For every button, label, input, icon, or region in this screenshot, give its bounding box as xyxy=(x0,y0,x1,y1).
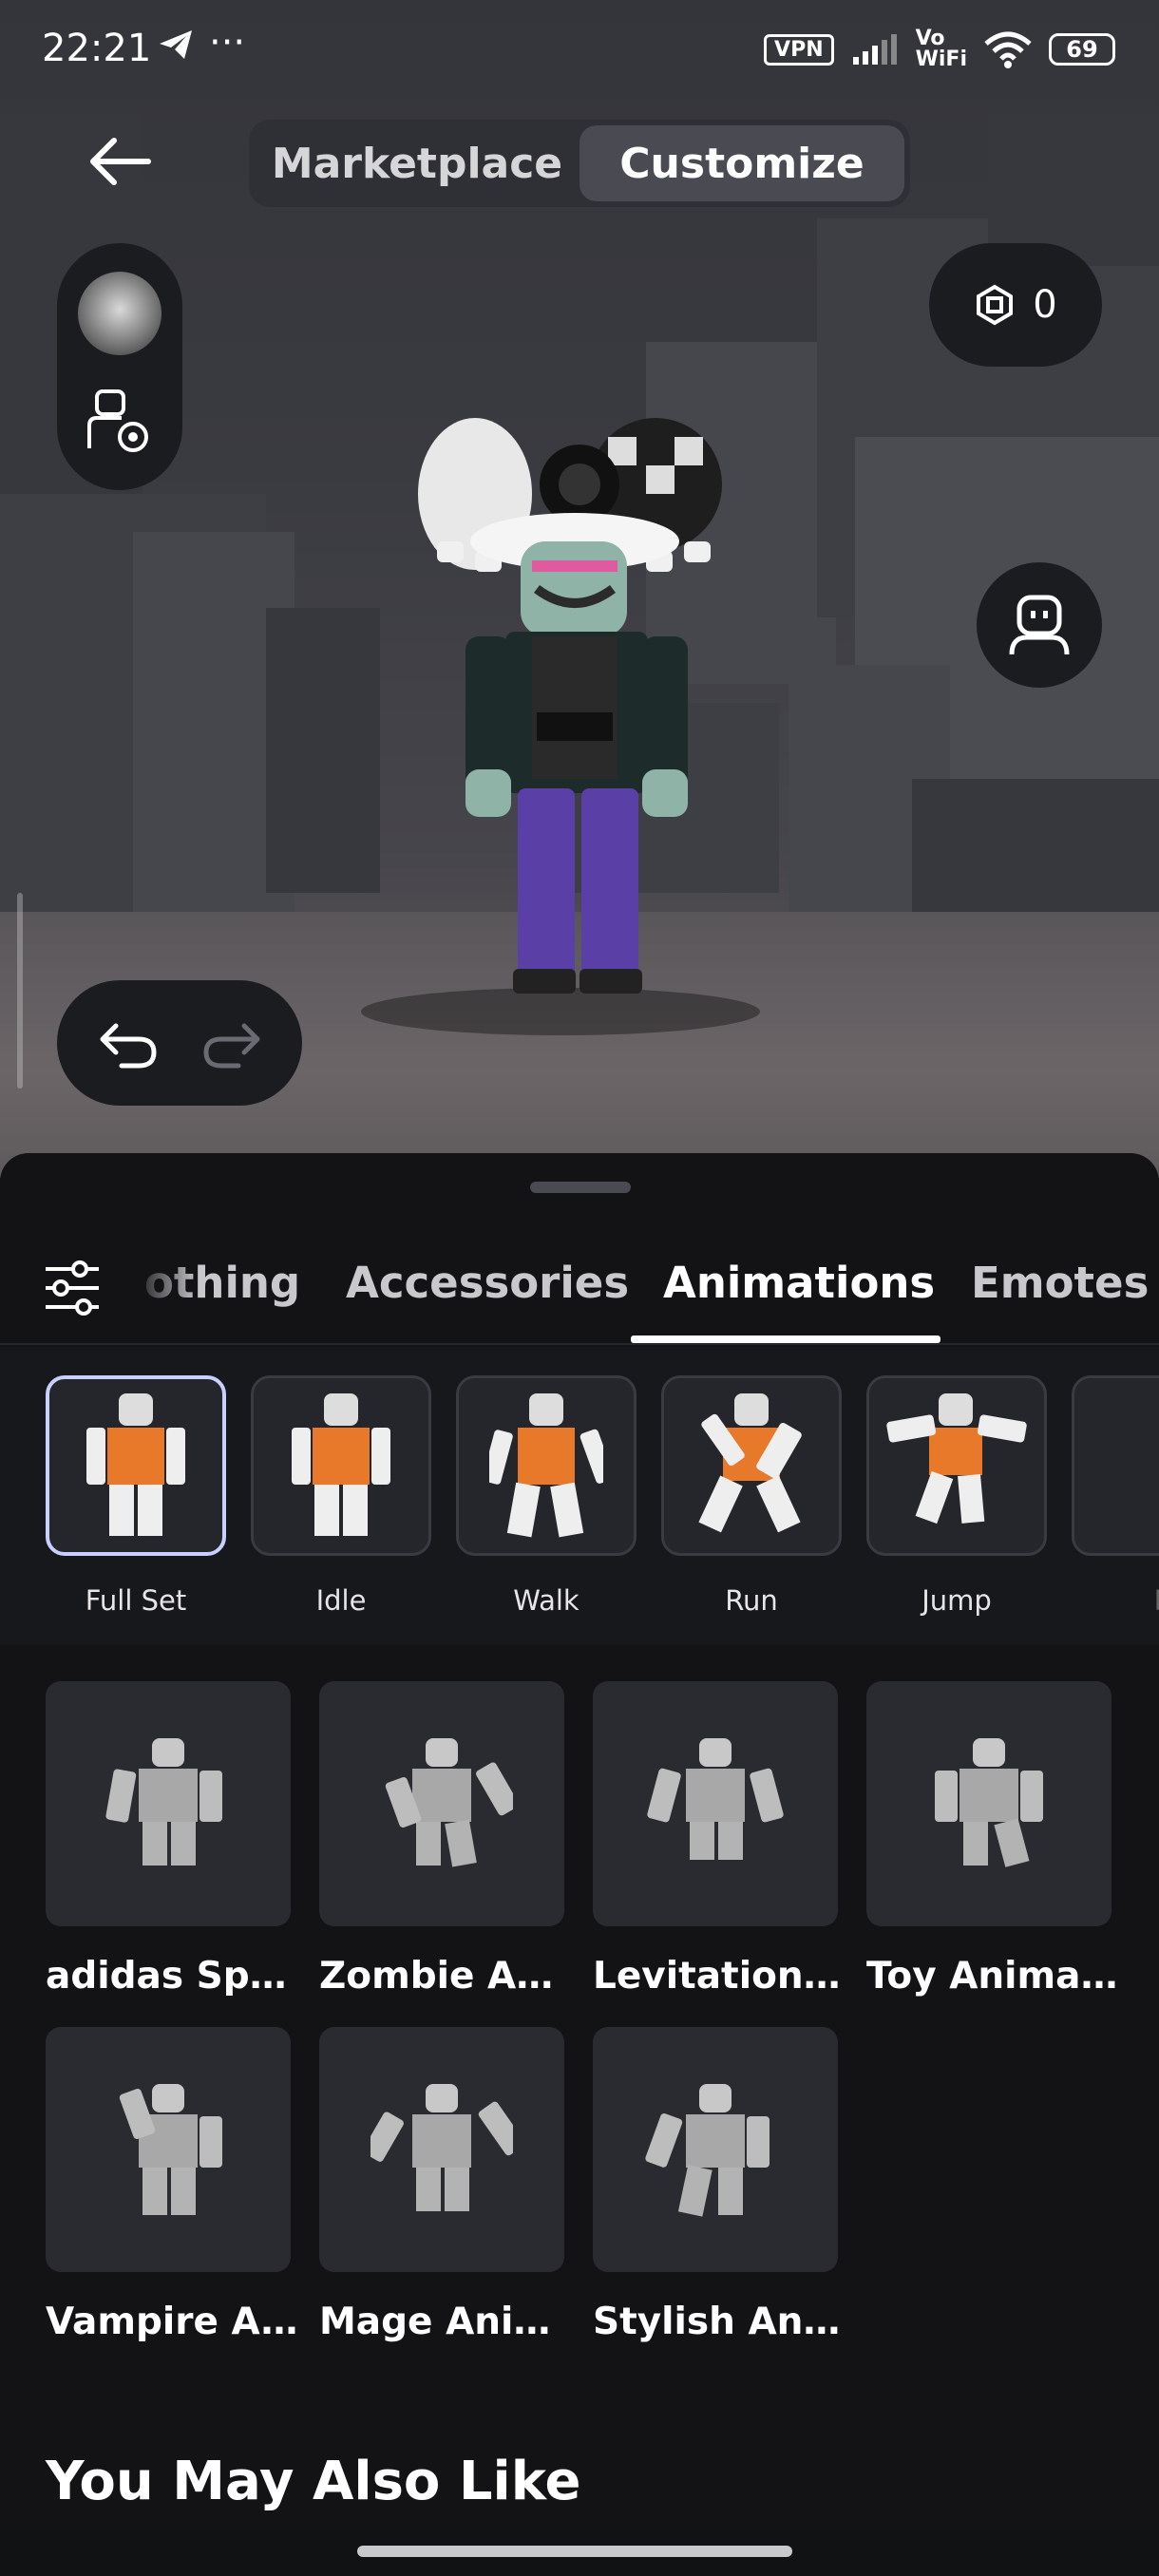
item-card[interactable]: Stylish Ani... xyxy=(593,2027,849,2343)
avatar-settings-button[interactable] xyxy=(84,386,156,458)
gray-figure-icon xyxy=(370,2084,513,2211)
item-title: Zombie Ani... xyxy=(319,1955,576,1998)
subcategory-label: Full Set xyxy=(85,1584,187,1617)
tab-accessories[interactable]: Accessories xyxy=(346,1258,629,1308)
avatar-head-icon xyxy=(1009,595,1070,655)
person-gear-icon xyxy=(87,389,148,452)
subcategory-idle[interactable]: Idle xyxy=(251,1375,431,1617)
robux-balance[interactable]: 0 xyxy=(929,243,1102,367)
subcategory-walk[interactable]: Walk xyxy=(456,1375,636,1617)
item-title: Vampire A... xyxy=(46,2301,302,2343)
orange-figure-icon xyxy=(698,1393,802,1533)
item-card[interactable]: Mage Anim... xyxy=(319,2027,576,2343)
face-view-button[interactable] xyxy=(977,562,1102,688)
item-title: Levitation ... xyxy=(593,1955,849,1998)
scroll-indicator xyxy=(17,893,23,1089)
subcategory-label: F xyxy=(1072,1584,1159,1617)
subcategory-fall[interactable]: F xyxy=(1072,1375,1159,1617)
telegram-icon xyxy=(158,28,194,69)
section-title-you-may-also-like: You May Also Like xyxy=(46,2451,581,2512)
filter-button[interactable] xyxy=(42,1260,108,1316)
signal-icon xyxy=(852,34,897,65)
subcategory-label: Idle xyxy=(315,1584,367,1617)
avatar-model[interactable] xyxy=(418,399,732,1016)
home-gesture-bar[interactable] xyxy=(357,2546,792,2557)
tab-animations[interactable]: Animations xyxy=(663,1258,935,1308)
status-time: 22:21 xyxy=(42,27,152,70)
item-title: Stylish Ani... xyxy=(593,2301,849,2343)
item-card[interactable]: Vampire A... xyxy=(46,2027,302,2343)
gray-figure-icon xyxy=(119,2084,222,2215)
subcategory-run[interactable]: Run xyxy=(661,1375,842,1617)
undo-icon[interactable] xyxy=(97,1016,160,1070)
sheet-drag-handle[interactable] xyxy=(530,1182,631,1193)
gray-figure-icon xyxy=(645,2084,770,2217)
wifi-icon xyxy=(984,31,1032,68)
item-card[interactable]: adidas Spo... xyxy=(46,1681,302,1998)
gray-figure-icon xyxy=(385,1738,513,1867)
robux-icon xyxy=(977,284,1014,326)
item-card[interactable]: Levitation ... xyxy=(593,1681,849,1998)
undo-redo-pill xyxy=(57,980,302,1106)
category-tabs: othing Accessories Animations Emotes xyxy=(0,1239,1159,1345)
orange-figure-icon xyxy=(292,1393,390,1536)
vowifi-label: Vo WiFi xyxy=(915,27,967,71)
robux-amount: 0 xyxy=(1033,283,1057,327)
avatar-thumbnail[interactable] xyxy=(78,272,162,355)
catalog-sheet: othing Accessories Animations Emotes Ful… xyxy=(0,1153,1159,2576)
avatar-tools-pill xyxy=(57,243,182,490)
gray-figure-icon xyxy=(105,1738,222,1866)
tab-emotes[interactable]: Emotes xyxy=(971,1258,1149,1308)
vpn-badge: VPN xyxy=(764,33,834,66)
more-notifications-icon: ··· xyxy=(209,21,246,65)
item-title: Mage Anim... xyxy=(319,2301,576,2343)
subcategory-full-set[interactable]: Full Set xyxy=(46,1375,226,1617)
active-tab-underline xyxy=(631,1335,940,1343)
subcategory-label: Jump xyxy=(922,1584,992,1617)
tab-customize[interactable]: Customize xyxy=(580,125,904,201)
orange-figure-icon xyxy=(86,1393,185,1536)
subcategory-jump[interactable]: Jump xyxy=(866,1375,1047,1617)
gray-figure-icon xyxy=(647,1738,784,1860)
mode-switch: Marketplace Customize xyxy=(249,120,910,207)
arrow-left-icon xyxy=(90,138,151,185)
animation-subcategories: Full Set Idle Walk Run Jump F xyxy=(0,1347,1159,1645)
subcategory-label: Run xyxy=(725,1584,778,1617)
back-button[interactable] xyxy=(82,133,158,190)
orange-figure-icon xyxy=(489,1393,603,1538)
tab-marketplace[interactable]: Marketplace xyxy=(255,125,580,201)
item-title: adidas Spo... xyxy=(46,1955,302,1998)
item-title: Toy Animat... xyxy=(866,1955,1123,1998)
orange-figure-icon xyxy=(886,1393,1027,1525)
item-card[interactable]: Toy Animat... xyxy=(866,1681,1123,1998)
item-card[interactable]: Zombie Ani... xyxy=(319,1681,576,1998)
battery-indicator: 69 xyxy=(1049,33,1115,66)
subcategory-label: Walk xyxy=(513,1584,580,1617)
system-nav-bar xyxy=(0,2530,1159,2576)
redo-icon[interactable] xyxy=(200,1016,263,1070)
sliders-icon xyxy=(46,1260,99,1316)
gray-figure-icon xyxy=(935,1738,1043,1867)
status-bar: 22:21 ··· VPN Vo WiFi 69 xyxy=(0,0,1159,95)
